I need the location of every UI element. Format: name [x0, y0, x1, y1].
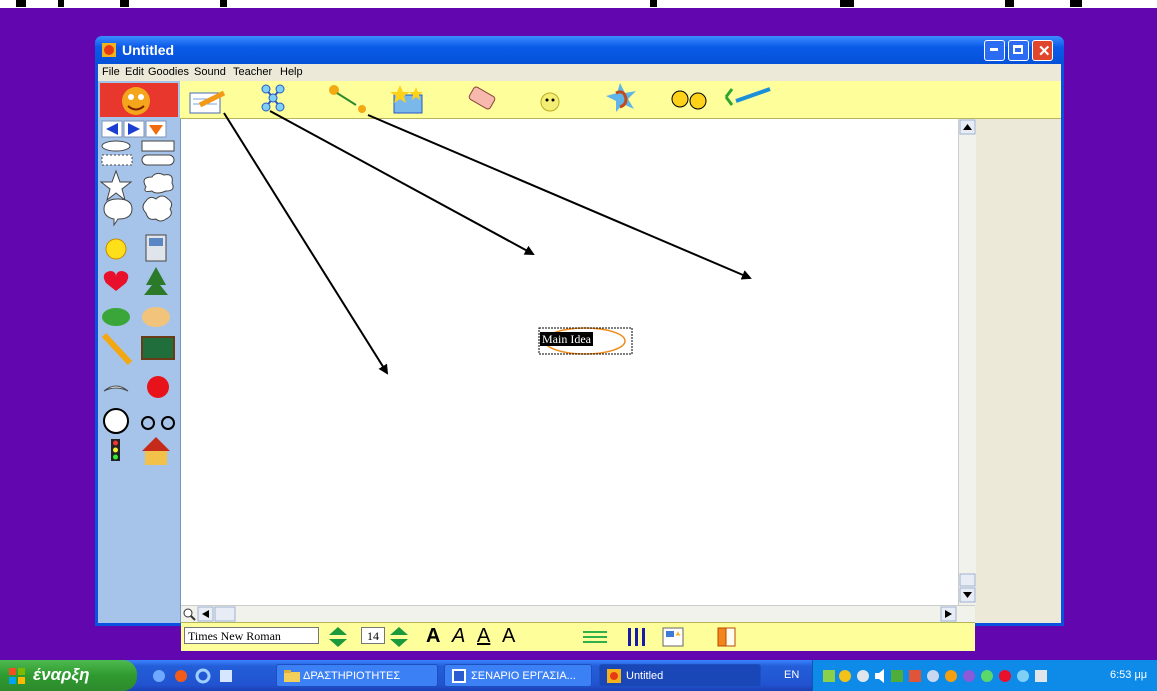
tray-icons — [823, 669, 1047, 683]
network-icon[interactable] — [823, 670, 835, 682]
task-activities[interactable]: ΔΡΑΣΤΗΡΙΟΤΗΤΕΣ — [276, 664, 438, 687]
connection-icon[interactable] — [927, 670, 939, 682]
desktop-icon[interactable] — [220, 670, 232, 682]
messenger-icon[interactable] — [945, 670, 957, 682]
task-scenario-doc[interactable]: ΣΕΝΑΡΙΟ ΕΡΓΑΣΙΑ... — [444, 664, 592, 687]
folder-icon — [284, 670, 300, 682]
arrow-to-canvas-center — [269, 110, 535, 255]
security-icon[interactable] — [909, 670, 921, 682]
system-tray: 6:53 μμ — [812, 660, 1157, 691]
quick-launch — [153, 668, 232, 684]
search-icon[interactable] — [153, 670, 165, 682]
tray-app-icon[interactable] — [963, 670, 975, 682]
taskbar: έναρξη ΔΡΑΣΤΗΡΙΟΤΗΤΕΣ ΣΕΝΑΡΙΟ ΕΡΓΑΣΙΑ...… — [0, 660, 1157, 691]
antivirus-icon[interactable] — [839, 670, 851, 682]
update-icon[interactable] — [891, 670, 903, 682]
browser-icon[interactable] — [195, 668, 211, 684]
word-doc-icon — [452, 669, 466, 683]
app-icon — [607, 669, 621, 683]
sync-icon[interactable] — [857, 670, 869, 682]
tray-app-icon[interactable] — [981, 670, 993, 682]
volume-icon[interactable] — [875, 669, 884, 683]
arrow-to-canvas-left — [223, 112, 389, 375]
media-player-icon[interactable] — [175, 670, 187, 682]
start-button[interactable]: έναρξη — [0, 660, 137, 691]
windows-logo-icon — [9, 668, 25, 684]
start-label: έναρξη — [33, 665, 90, 684]
alert-icon[interactable] — [999, 670, 1011, 682]
main-idea-label: Main Idea — [540, 332, 593, 346]
display-icon[interactable] — [1035, 670, 1047, 682]
tray-app-icon[interactable] — [1017, 670, 1029, 682]
main-idea-node[interactable]: Main Idea — [538, 327, 633, 355]
task-untitled[interactable]: Untitled — [599, 664, 761, 687]
language-indicator[interactable]: EN — [784, 669, 799, 681]
clock[interactable]: 6:53 μμ — [1110, 669, 1147, 681]
